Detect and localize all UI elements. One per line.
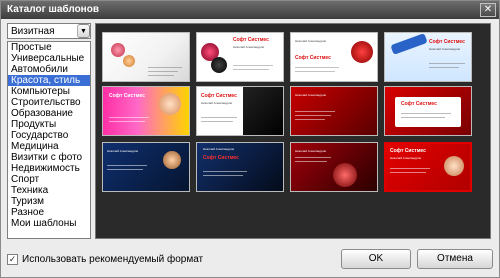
- template-card[interactable]: Софт Систмес: [102, 86, 190, 136]
- template-name: Николай Александров: [107, 149, 138, 153]
- category-item[interactable]: Спорт: [8, 174, 90, 185]
- template-name: Николай Александров: [429, 47, 460, 51]
- template-name: Николай Александров: [295, 39, 326, 43]
- template-name: Николай Александров: [295, 93, 326, 97]
- template-type-select[interactable]: Визитная ▼: [7, 23, 91, 39]
- category-item[interactable]: Универсальные: [8, 53, 90, 64]
- template-card[interactable]: Николай Александров Софт Систмес: [290, 32, 378, 82]
- checkbox[interactable]: ✓: [7, 254, 18, 265]
- category-item[interactable]: Красота, стиль: [8, 75, 90, 86]
- template-type-value: Визитная: [11, 26, 55, 37]
- category-item[interactable]: Государство: [8, 130, 90, 141]
- category-item[interactable]: Простые: [8, 42, 90, 53]
- category-item[interactable]: Техника: [8, 185, 90, 196]
- template-name: Николай Александров: [201, 101, 232, 105]
- template-name: Николай Александров: [203, 147, 234, 151]
- template-name: Николай Александров: [390, 156, 421, 160]
- template-brand: Софт Систмес: [390, 148, 426, 154]
- template-card[interactable]: Николай Александров: [102, 142, 190, 192]
- close-icon: ✕: [483, 4, 493, 15]
- template-card[interactable]: Николай Александров: [290, 86, 378, 136]
- category-item[interactable]: Автомобили: [8, 64, 90, 75]
- checkbox-label: Использовать рекомендуемый формат: [22, 254, 204, 265]
- category-item[interactable]: Образование: [8, 108, 90, 119]
- chevron-down-icon[interactable]: ▼: [77, 24, 90, 38]
- category-item[interactable]: Туризм: [8, 196, 90, 207]
- template-card[interactable]: Софт Систмес Николай Александров: [196, 142, 284, 192]
- category-item[interactable]: Компьютеры: [8, 86, 90, 97]
- title-bar: Каталог шаблонов ✕: [1, 1, 499, 19]
- template-name: Николай Александров: [295, 149, 326, 153]
- template-card[interactable]: Софт Систмес Николай Александров: [384, 32, 472, 82]
- template-brand: Софт Систмес: [233, 37, 269, 43]
- window-title: Каталог шаблонов: [7, 4, 99, 15]
- close-button[interactable]: ✕: [480, 3, 496, 17]
- category-item[interactable]: Недвижимость: [8, 163, 90, 174]
- template-card[interactable]: [102, 32, 190, 82]
- template-brand: Софт Систмес: [203, 155, 239, 161]
- category-item[interactable]: Строительство: [8, 97, 90, 108]
- category-item[interactable]: Разное: [8, 207, 90, 218]
- template-card[interactable]: Софт Систмес Николай Александров: [196, 32, 284, 82]
- ok-button[interactable]: OK: [341, 249, 411, 269]
- template-brand: Софт Систмес: [201, 93, 237, 99]
- category-item[interactable]: Медицина: [8, 141, 90, 152]
- template-brand: Софт Систмес: [429, 39, 465, 45]
- category-item[interactable]: Мои шаблоны: [8, 218, 90, 229]
- template-card[interactable]: Софт Систмес: [384, 86, 472, 136]
- template-card[interactable]: Николай Александров: [290, 142, 378, 192]
- template-name: Николай Александров: [233, 45, 264, 49]
- category-item[interactable]: Визитки с фото: [8, 152, 90, 163]
- template-gallery[interactable]: Софт Систмес Николай Александров Николай…: [95, 23, 491, 239]
- template-catalog-window: Каталог шаблонов ✕ Визитная ▼ Простые Уни…: [0, 0, 500, 278]
- category-item[interactable]: Продукты: [8, 119, 90, 130]
- template-brand: Софт Систмес: [401, 101, 437, 107]
- template-brand: Софт Систмес: [295, 55, 331, 61]
- cancel-button[interactable]: Отмена: [417, 249, 493, 269]
- template-brand: Софт Систмес: [109, 93, 145, 99]
- template-card[interactable]: Софт Систмес Николай Александров: [196, 86, 284, 136]
- template-card-selected[interactable]: Софт Систмес Николай Александров: [384, 142, 472, 192]
- category-list[interactable]: Простые Универсальные Автомобили Красота, с…: [7, 41, 91, 239]
